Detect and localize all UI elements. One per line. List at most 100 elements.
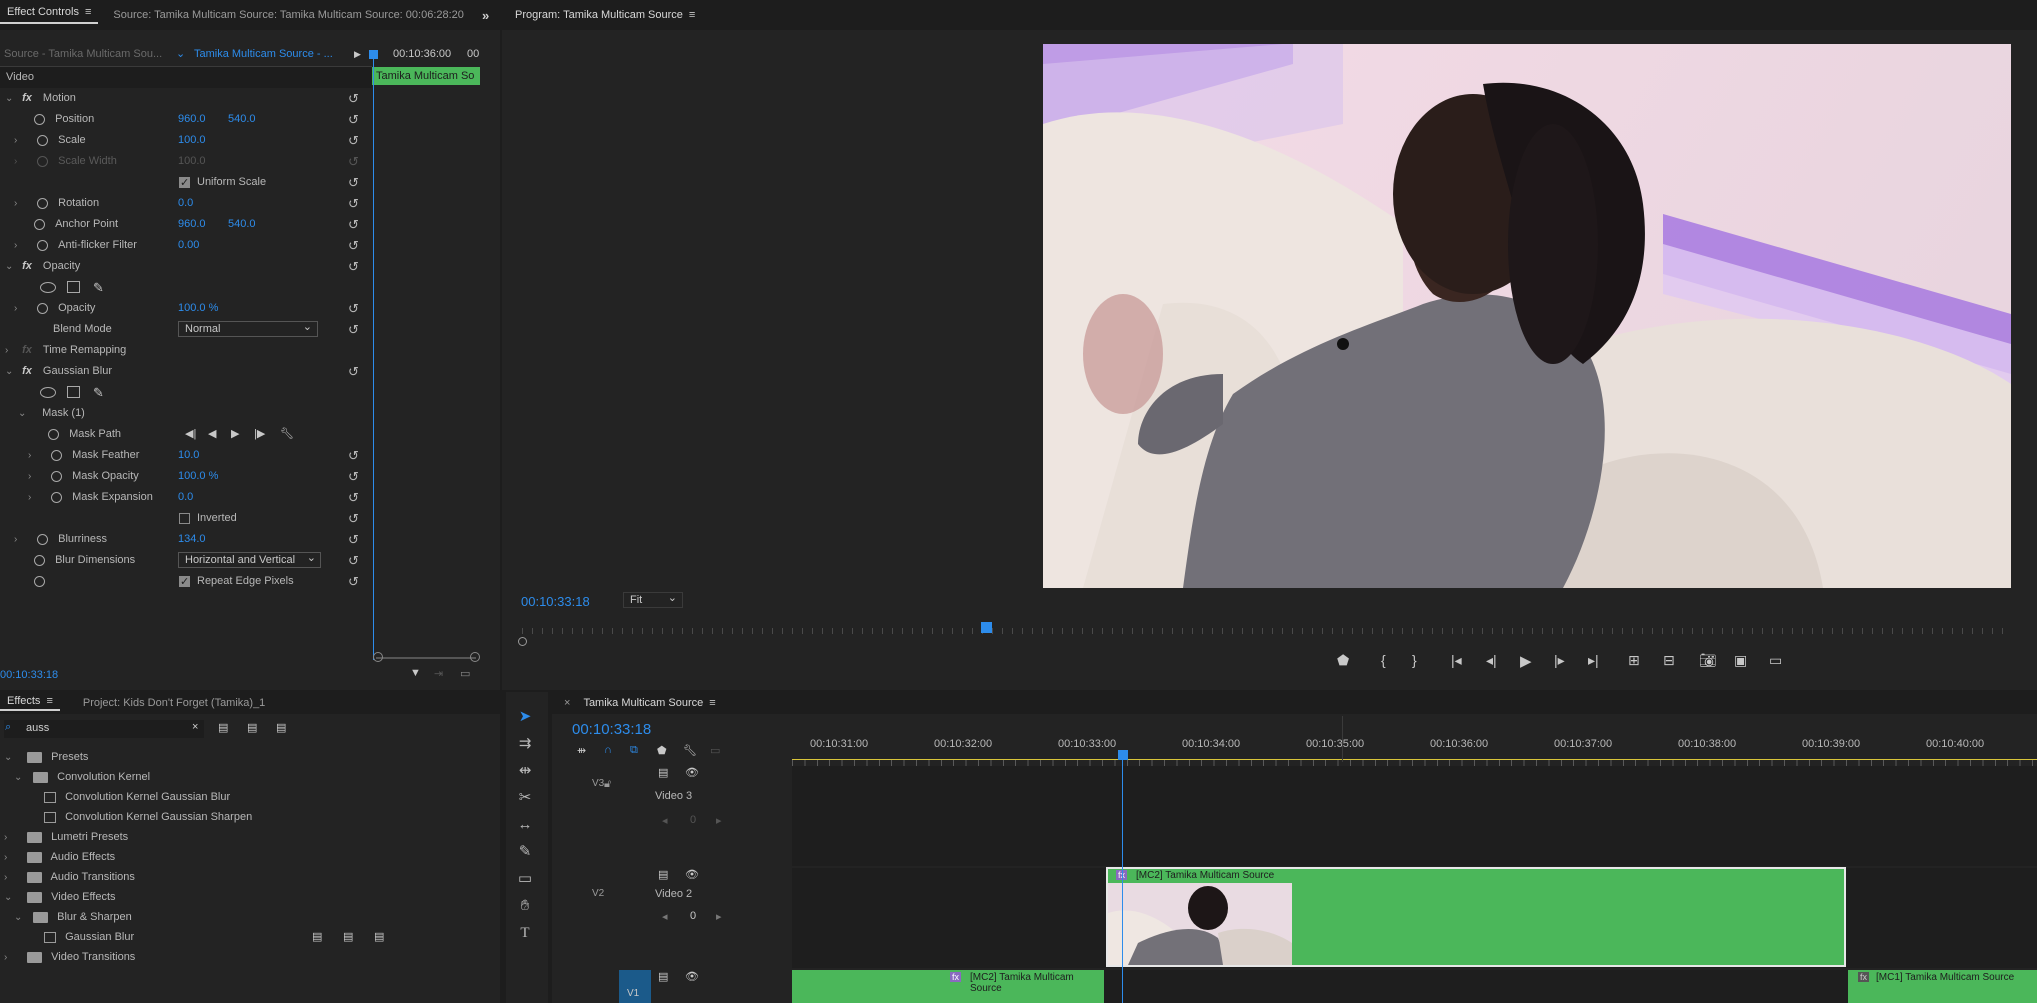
lift-icon[interactable]: ⊞ [1628, 652, 1640, 669]
program-scrub-start-handle[interactable] [518, 637, 527, 646]
ec-zoom-handle-left[interactable] [373, 652, 383, 662]
button-editor-icon[interactable]: ▭ [1769, 652, 1782, 669]
blurriness-value[interactable]: 134.0 [178, 529, 206, 550]
play-button-icon[interactable]: ▶ [1520, 652, 1532, 670]
add-marker-icon[interactable]: ⬟ [1337, 652, 1349, 669]
reset-icon[interactable]: ↺ [348, 256, 359, 277]
chevron-right-icon[interactable]: › [14, 130, 24, 151]
tab-effects[interactable]: Effects ≡ [0, 695, 60, 711]
panel-menu-icon[interactable]: ≡ [709, 697, 715, 709]
stopwatch-icon[interactable] [37, 533, 49, 545]
ellipse-mask-icon[interactable] [40, 387, 56, 398]
antiflicker-value[interactable]: 0.00 [178, 235, 199, 256]
inverted-checkbox[interactable] [179, 513, 190, 524]
timeline-playhead-head[interactable] [1118, 750, 1128, 760]
stopwatch-icon[interactable] [34, 575, 45, 587]
razor-tool-icon[interactable]: ✂ [513, 787, 537, 809]
pen-mask-icon[interactable]: ✎ [93, 277, 104, 298]
add-marker-icon[interactable]: ⬟ [657, 744, 667, 757]
export-icon[interactable]: ⇥ [434, 667, 443, 680]
reset-icon[interactable]: ↺ [348, 109, 359, 130]
position-x-value[interactable]: 960.0 [178, 109, 206, 130]
mask-expansion-value[interactable]: 0.0 [178, 487, 193, 508]
toggle-sync-icon[interactable]: ▤ [658, 868, 668, 881]
clip-v1-right[interactable]: fx [MC1] Tamika Multicam Source [1848, 970, 2037, 1003]
gaussian-blur-row[interactable]: ⌄ fx Gaussian Blur ↺ [0, 361, 372, 382]
hand-tool-icon[interactable]: ✋︎ [513, 895, 537, 917]
stopwatch-icon[interactable] [34, 554, 45, 566]
reset-icon[interactable]: ↺ [348, 445, 359, 466]
chevron-right-icon[interactable]: ⌄ [4, 747, 14, 768]
time-remapping-row[interactable]: › fx Time Remapping [0, 340, 372, 361]
wrench-icon[interactable]: 🔧︎ [280, 424, 294, 445]
overflow-chevron-icon[interactable]: » [482, 8, 489, 23]
effects-search-field[interactable]: ⌕ auss × [4, 720, 204, 738]
chevron-down-icon[interactable]: ⌄ [14, 907, 24, 928]
effects-item-ck-gaussian-blur[interactable]: Convolution Kernel Gaussian Blur [0, 787, 490, 808]
reset-icon[interactable]: ↺ [348, 88, 359, 109]
program-playhead[interactable] [981, 622, 992, 633]
pen-mask-icon[interactable]: ✎ [93, 382, 104, 403]
toggle-sync-icon[interactable]: ▤ [658, 766, 668, 779]
stopwatch-icon[interactable] [37, 197, 49, 209]
slip-tool-icon[interactable]: ↔ [513, 814, 537, 836]
tab-project[interactable]: Project: Kids Don't Forget (Tamika)_1 [76, 697, 272, 709]
fit-select[interactable]: Fit ⌄ [623, 592, 683, 608]
tab-effect-controls[interactable]: Effect Controls ≡ [0, 6, 99, 24]
effects-item-video-transitions[interactable]: › Video Transitions [0, 947, 490, 968]
eye-icon[interactable]: 👁︎ [685, 868, 699, 881]
stopwatch-icon[interactable] [48, 428, 59, 440]
play-icon[interactable]: ▶ [354, 44, 361, 65]
stopwatch-icon[interactable] [51, 470, 63, 482]
stopwatch-icon[interactable] [51, 491, 63, 503]
stopwatch-icon[interactable] [37, 302, 49, 314]
uniform-scale-checkbox[interactable] [179, 173, 190, 194]
chevron-right-icon[interactable]: › [28, 445, 38, 466]
reset-icon[interactable]: ↺ [348, 172, 359, 193]
track-next-icon[interactable]: ▶ [231, 424, 239, 445]
filter-icon[interactable]: ▼ [410, 667, 421, 679]
toggle-sync-icon[interactable]: ▤ [658, 970, 668, 983]
ec-zoom-handle-right[interactable] [470, 652, 480, 662]
reset-icon[interactable]: ↺ [348, 487, 359, 508]
chevron-right-icon[interactable]: › [4, 847, 14, 868]
effects-item-presets[interactable]: ⌄ Presets [0, 747, 490, 768]
effects-item-lumetri-presets[interactable]: › Lumetri Presets [0, 827, 490, 848]
ec-bottom-timecode[interactable]: 00:10:33:18 [0, 669, 58, 681]
eye-icon[interactable]: 👁︎ [685, 766, 699, 779]
chevron-right-icon[interactable]: › [4, 947, 14, 968]
comparison-view-icon[interactable]: ▣ [1734, 652, 1747, 669]
pen-tool-icon[interactable]: ✎ [513, 841, 537, 863]
reset-icon[interactable]: ↺ [348, 235, 359, 256]
track-area-v3[interactable] [792, 766, 2037, 866]
view-icon[interactable]: ▭ [460, 667, 470, 680]
selection-tool-icon[interactable]: ➤ [513, 706, 537, 728]
reset-icon[interactable]: ↺ [348, 508, 359, 529]
mask-feather-value[interactable]: 10.0 [178, 445, 199, 466]
work-area-bar[interactable] [792, 759, 2037, 760]
tab-program[interactable]: Program: Tamika Multicam Source ≡ [508, 9, 702, 21]
fx-icon[interactable]: fx [22, 92, 32, 104]
chevron-down-icon[interactable]: ⌄ [14, 767, 24, 788]
stopwatch-icon[interactable] [34, 113, 45, 125]
opacity-section-row[interactable]: ⌄ fx Opacity ↺ [0, 256, 372, 277]
fx-icon[interactable]: fx [22, 365, 32, 377]
rectangle-tool-icon[interactable]: ▭ [513, 868, 537, 890]
source-dropdown[interactable]: Source - Tamika Multicam Sou... [4, 44, 162, 65]
keyframe-next-icon[interactable]: ▸ [716, 814, 722, 827]
track-id[interactable]: V3 [592, 778, 604, 789]
reset-icon[interactable]: ↺ [348, 193, 359, 214]
reset-icon[interactable]: ↺ [348, 130, 359, 151]
reset-icon[interactable]: ↺ [348, 571, 359, 592]
chevron-right-icon[interactable]: › [14, 298, 24, 319]
opacity-value[interactable]: 100.0 % [178, 298, 218, 319]
reset-icon[interactable]: ↺ [348, 298, 359, 319]
mark-out-icon[interactable]: } [1412, 652, 1417, 668]
snap-icon[interactable]: ∩ [604, 744, 612, 756]
effects-item-video-effects[interactable]: ⌄ Video Effects [0, 887, 490, 908]
clear-icon[interactable]: × [192, 721, 198, 733]
step-forward-icon[interactable]: |▸ [1554, 652, 1565, 669]
lock-icon[interactable]: 🔓︎ [604, 778, 611, 791]
rectangle-mask-icon[interactable] [67, 386, 80, 398]
position-y-value[interactable]: 540.0 [228, 109, 256, 130]
